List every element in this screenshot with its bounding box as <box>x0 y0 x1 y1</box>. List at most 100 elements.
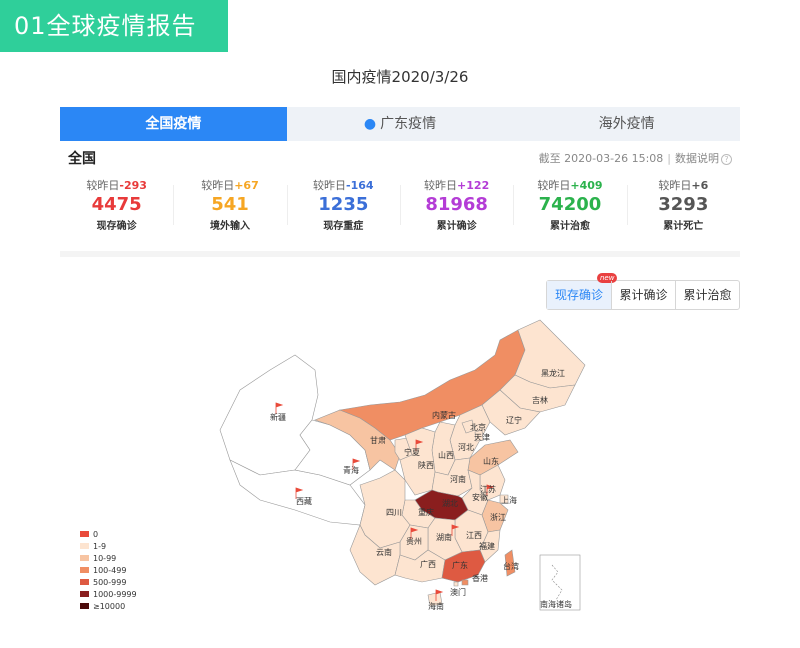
label-henan: 河南 <box>450 474 466 484</box>
province-macau <box>453 581 459 587</box>
stat-label: 累计死亡 <box>663 221 704 232</box>
update-timestamp: 截至 2020-03-26 15:08 <box>538 152 664 165</box>
label-yunnan: 云南 <box>376 547 392 557</box>
label-hainan: 海南 <box>428 601 444 611</box>
stat-label: 累计确诊 <box>436 221 477 232</box>
toggle-total-confirmed[interactable]: 累计确诊 <box>611 281 675 309</box>
stat-severe: 较昨日-164 1235 现存重症 <box>286 175 400 245</box>
toggle-total-cured[interactable]: 累计治愈 <box>675 281 739 309</box>
legend-swatch <box>80 579 89 585</box>
label-macau: 澳门 <box>450 587 466 597</box>
legend-item: 1000-9999 <box>80 588 137 600</box>
summary-header: 全国 截至 2020-03-26 15:08 | 数据说明? <box>60 141 740 175</box>
stat-label: 现存确诊 <box>96 221 137 232</box>
label-heilongjiang: 黑龙江 <box>541 368 565 378</box>
map-metric-toggle: 现存确诊 new 累计确诊 累计治愈 <box>546 273 740 310</box>
label-gansu: 甘肃 <box>370 435 386 445</box>
stat-current-confirmed: 较昨日-293 4475 现存确诊 <box>60 175 173 245</box>
tab-national[interactable]: 全国疫情 <box>60 107 287 141</box>
stat-value: 4475 <box>91 194 142 215</box>
stat-value: 541 <box>211 194 249 215</box>
summary-panel: 全国 截至 2020-03-26 15:08 | 数据说明? 较昨日-293 447… <box>60 141 740 257</box>
map-legend: 0 1-9 10-99 100-499 500-999 1000-9999 ≥1… <box>80 528 137 612</box>
stat-delta: 较昨日-164 <box>313 179 374 192</box>
summary-title: 全国 <box>68 151 96 167</box>
flag-icon <box>80 531 89 537</box>
stat-value: 1235 <box>318 194 369 215</box>
label-ningxia: 宁夏 <box>404 447 420 457</box>
page-title: 国内疫情2020/3/26 <box>331 68 469 86</box>
label-tianjin: 天津 <box>474 432 490 442</box>
label-hebei: 河北 <box>458 442 474 452</box>
province-sichuan <box>359 469 411 549</box>
stat-total-cured: 较昨日+409 74200 累计治愈 <box>513 175 626 245</box>
stat-total-confirmed: 较昨日+122 81968 累计确诊 <box>399 175 513 245</box>
label-hunan: 湖南 <box>436 532 452 542</box>
label-jilin: 吉林 <box>532 395 548 405</box>
legend-swatch <box>80 543 89 549</box>
stat-total-deaths: 较昨日+6 3293 累计死亡 <box>626 175 740 245</box>
legend-swatch <box>80 567 89 573</box>
label-guizhou: 贵州 <box>406 536 422 546</box>
legend-item: 10-99 <box>80 552 137 564</box>
tab-guangdong-label: 广东疫情 <box>380 116 437 132</box>
label-beijing: 北京 <box>470 422 486 432</box>
province-hongkong <box>461 579 469 586</box>
stat-value: 3293 <box>658 194 709 215</box>
tab-national-label: 全国疫情 <box>145 116 202 132</box>
label-shanghai: 上海 <box>501 495 517 505</box>
label-shandong: 山东 <box>483 456 499 466</box>
legend-item: 100-499 <box>80 564 137 576</box>
stat-delta: 较昨日+67 <box>201 179 259 192</box>
legend-swatch <box>80 591 89 597</box>
help-icon[interactable]: ? <box>721 154 732 165</box>
label-anhui: 安徽 <box>472 492 488 502</box>
label-south-china-sea: 南海诸岛 <box>540 599 572 609</box>
legend-item: 500-999 <box>80 576 137 588</box>
label-jiangxi: 江西 <box>466 531 482 540</box>
label-fujian: 福建 <box>479 541 495 551</box>
china-choropleth-map[interactable]: 黑龙江 吉林 辽宁 内蒙古 北京 天津 河北 新疆 甘肃 宁夏 山西 山东 青海… <box>200 310 600 630</box>
data-note-link[interactable]: 数据说明 <box>675 152 719 165</box>
label-shaanxi: 陕西 <box>418 460 434 470</box>
stat-delta: 较昨日+409 <box>537 179 603 192</box>
legend-item: 1-9 <box>80 540 137 552</box>
stat-label: 现存重症 <box>323 221 364 232</box>
location-pin-icon: ● <box>363 116 377 132</box>
label-zhejiang: 浙江 <box>490 512 506 522</box>
label-shanxi: 山西 <box>438 450 454 460</box>
label-guangdong: 广东 <box>452 560 468 570</box>
label-qinghai: 青海 <box>343 465 359 475</box>
section-badge: 01全球疫情报告 <box>0 0 228 52</box>
label-xizang: 西藏 <box>296 496 312 506</box>
stat-delta: 较昨日-293 <box>86 179 147 192</box>
tab-guangdong[interactable]: ● 广东疫情 <box>287 107 514 141</box>
summary-meta: 截至 2020-03-26 15:08 | 数据说明? <box>539 150 732 166</box>
label-chongqing: 重庆 <box>418 507 434 517</box>
province-xinjiang <box>219 354 319 476</box>
stat-label: 境外输入 <box>209 221 250 232</box>
stat-imported: 较昨日+67 541 境外输入 <box>173 175 286 245</box>
stat-delta: 较昨日+6 <box>658 179 709 192</box>
stat-delta: 较昨日+122 <box>424 179 490 192</box>
stat-value: 74200 <box>538 194 602 215</box>
legend-item: 0 <box>80 528 137 540</box>
label-hubei: 湖北 <box>442 499 458 508</box>
label-guangxi: 广西 <box>420 559 436 569</box>
stats-row: 较昨日-293 4475 现存确诊 较昨日+67 541 境外输入 较昨日-16… <box>60 175 740 245</box>
tab-overseas-label: 海外疫情 <box>598 116 655 132</box>
region-tabs: 全国疫情 ● 广东疫情 海外疫情 <box>60 107 740 141</box>
stat-value: 81968 <box>425 194 488 215</box>
label-neimenggu: 内蒙古 <box>432 410 456 420</box>
legend-swatch <box>80 555 89 561</box>
label-hongkong: 香港 <box>472 573 488 583</box>
label-xinjiang: 新疆 <box>270 412 286 422</box>
legend-item: ≥10000 <box>80 600 137 612</box>
label-taiwan: 台湾 <box>503 561 519 571</box>
toggle-current-confirmed[interactable]: 现存确诊 new <box>547 273 618 309</box>
legend-swatch <box>80 603 89 609</box>
label-sichuan: 四川 <box>386 508 402 517</box>
stat-label: 累计治愈 <box>549 221 590 232</box>
tab-overseas[interactable]: 海外疫情 <box>513 107 740 141</box>
label-liaoning: 辽宁 <box>506 415 522 425</box>
